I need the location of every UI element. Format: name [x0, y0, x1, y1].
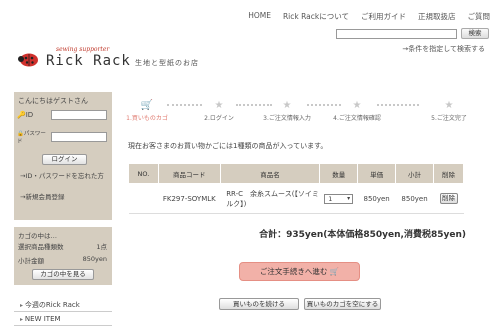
delete-button[interactable]: 削除 [439, 193, 458, 204]
table-header-row: NO. 商品コード 商品名 数量 単価 小計 削除 [128, 163, 464, 184]
id-input[interactable] [51, 110, 107, 120]
cart-table: NO. 商品コード 商品名 数量 単価 小計 削除 FK297-SOYMLK R… [128, 163, 464, 214]
nav-stores[interactable]: 正規取扱店 [418, 11, 456, 22]
password-label: 🔒パスワード [17, 131, 46, 145]
advanced-search-link[interactable]: →条件を指定して検索する [402, 44, 485, 54]
checkout-steps: 🛒 1.買いものカゴ ★ 2.ログイン ★ 3.ご注文情報入力 ★ 4.ご注文情… [126, 100, 482, 124]
row-price: 850yen [357, 183, 396, 214]
count-label: 選択商品種類数 [18, 243, 64, 251]
login-panel: こんにちはゲストさん 🔑ID 🔒パスワード ログイン →ID・パスワードを忘れた… [14, 92, 112, 220]
col-name: 商品名 [219, 163, 321, 184]
id-label: 🔑ID [17, 111, 34, 119]
table-row: FK297-SOYMLK RR-C 余糸スムース(【ソイミルク】) 1 850y… [128, 183, 464, 214]
star-icon: ★ [352, 100, 362, 111]
row-no [128, 183, 159, 214]
side-menu-new-item[interactable]: NEW ITEM [14, 312, 112, 326]
search-input[interactable] [336, 28, 457, 39]
subtotal-value: 850yen [82, 255, 107, 263]
search-button[interactable]: 検索 [461, 28, 489, 39]
site-logo[interactable]: sewing supporter Rick Rack [13, 46, 143, 72]
view-cart-button[interactable]: カゴの中を見る [32, 269, 94, 280]
nav-home[interactable]: HOME [248, 11, 271, 22]
side-menu-weekly[interactable]: 今週のRick Rack [14, 298, 112, 312]
logo-subtitle: sewing supporter [56, 46, 110, 53]
top-nav: HOME Rick Rackについて ご利用ガイド 正規取扱店 ご質問 [248, 11, 490, 22]
step-cart: 🛒 1.買いものカゴ [117, 100, 177, 122]
login-button[interactable]: ログイン [42, 154, 87, 165]
mini-cart-subtotal-row: 小計金額 850yen [18, 255, 107, 265]
cart-icon: 🛒 [140, 100, 154, 111]
count-value: 1点 [96, 243, 107, 251]
step-order-confirm: ★ 4.ご注文情報確認 [327, 100, 387, 122]
row-delete: 削除 [433, 183, 464, 214]
row-qty: 1 [319, 183, 358, 214]
mini-cart-count-row: 選択商品種類数 1点 [18, 241, 107, 251]
star-icon: ★ [444, 100, 454, 111]
step-complete: ★ 5.ご注文完了 [419, 100, 479, 122]
col-qty: 数量 [319, 163, 359, 184]
register-link[interactable]: →新規会員登録 [20, 193, 64, 202]
mini-cart: カゴの中は… 選択商品種類数 1点 小計金額 850yen カゴの中を見る [14, 227, 112, 285]
star-icon: ★ [214, 100, 224, 111]
col-no: NO. [128, 163, 159, 184]
key-icon: 🔑 [17, 111, 26, 119]
row-product-name[interactable]: RR-C 余糸スムース(【ソイミルク】) [220, 183, 320, 214]
step-login: ★ 2.ログイン [189, 100, 249, 122]
greeting-text: こんにちはゲストさん [18, 97, 88, 105]
col-delete: 削除 [433, 163, 464, 184]
order-total: 合計：935yen(本体価格850yen,消費税85yen) [259, 230, 466, 240]
site-tagline: 生地と型紙のお店 [135, 59, 199, 67]
logo-name: Rick Rack [46, 53, 131, 69]
password-row: 🔒パスワード [17, 129, 107, 145]
row-code: FK297-SOYMLK [158, 183, 221, 214]
search-bar: 検索 [336, 28, 489, 39]
continue-shopping-button[interactable]: 買いものを続ける [219, 298, 299, 310]
col-subtotal: 小計 [395, 163, 434, 184]
cart-status-message: 現在お客さまのお買い物かごには1種類の商品が入っています。 [128, 142, 328, 150]
password-input[interactable] [51, 132, 107, 142]
mini-cart-title: カゴの中は… [18, 232, 57, 240]
lock-icon: 🔒 [17, 131, 24, 137]
subtotal-label: 小計金額 [18, 257, 44, 265]
checkout-button[interactable]: ご注文手続きへ進む 🛒 [239, 262, 360, 281]
star-icon: ★ [282, 100, 292, 111]
checkout-label: ご注文手続きへ進む [259, 267, 328, 276]
step-order-input: ★ 3.ご注文情報入力 [257, 100, 317, 122]
quantity-select[interactable]: 1 [324, 193, 354, 204]
ladybug-icon [18, 53, 38, 67]
empty-cart-button[interactable]: 買いものカゴを空にする [304, 298, 381, 310]
col-price: 単価 [357, 163, 397, 184]
forgot-link[interactable]: →ID・パスワードを忘れた方 [20, 172, 110, 181]
nav-faq[interactable]: ご質問 [468, 11, 491, 22]
nav-about[interactable]: Rick Rackについて [283, 11, 349, 22]
col-code: 商品コード [157, 163, 221, 184]
row-subtotal: 850yen [395, 183, 434, 214]
cart-icon: 🛒 [329, 267, 340, 276]
id-row: 🔑ID [17, 110, 107, 120]
nav-guide[interactable]: ご利用ガイド [361, 11, 406, 22]
side-menu: 今週のRick Rack NEW ITEM [14, 298, 112, 326]
